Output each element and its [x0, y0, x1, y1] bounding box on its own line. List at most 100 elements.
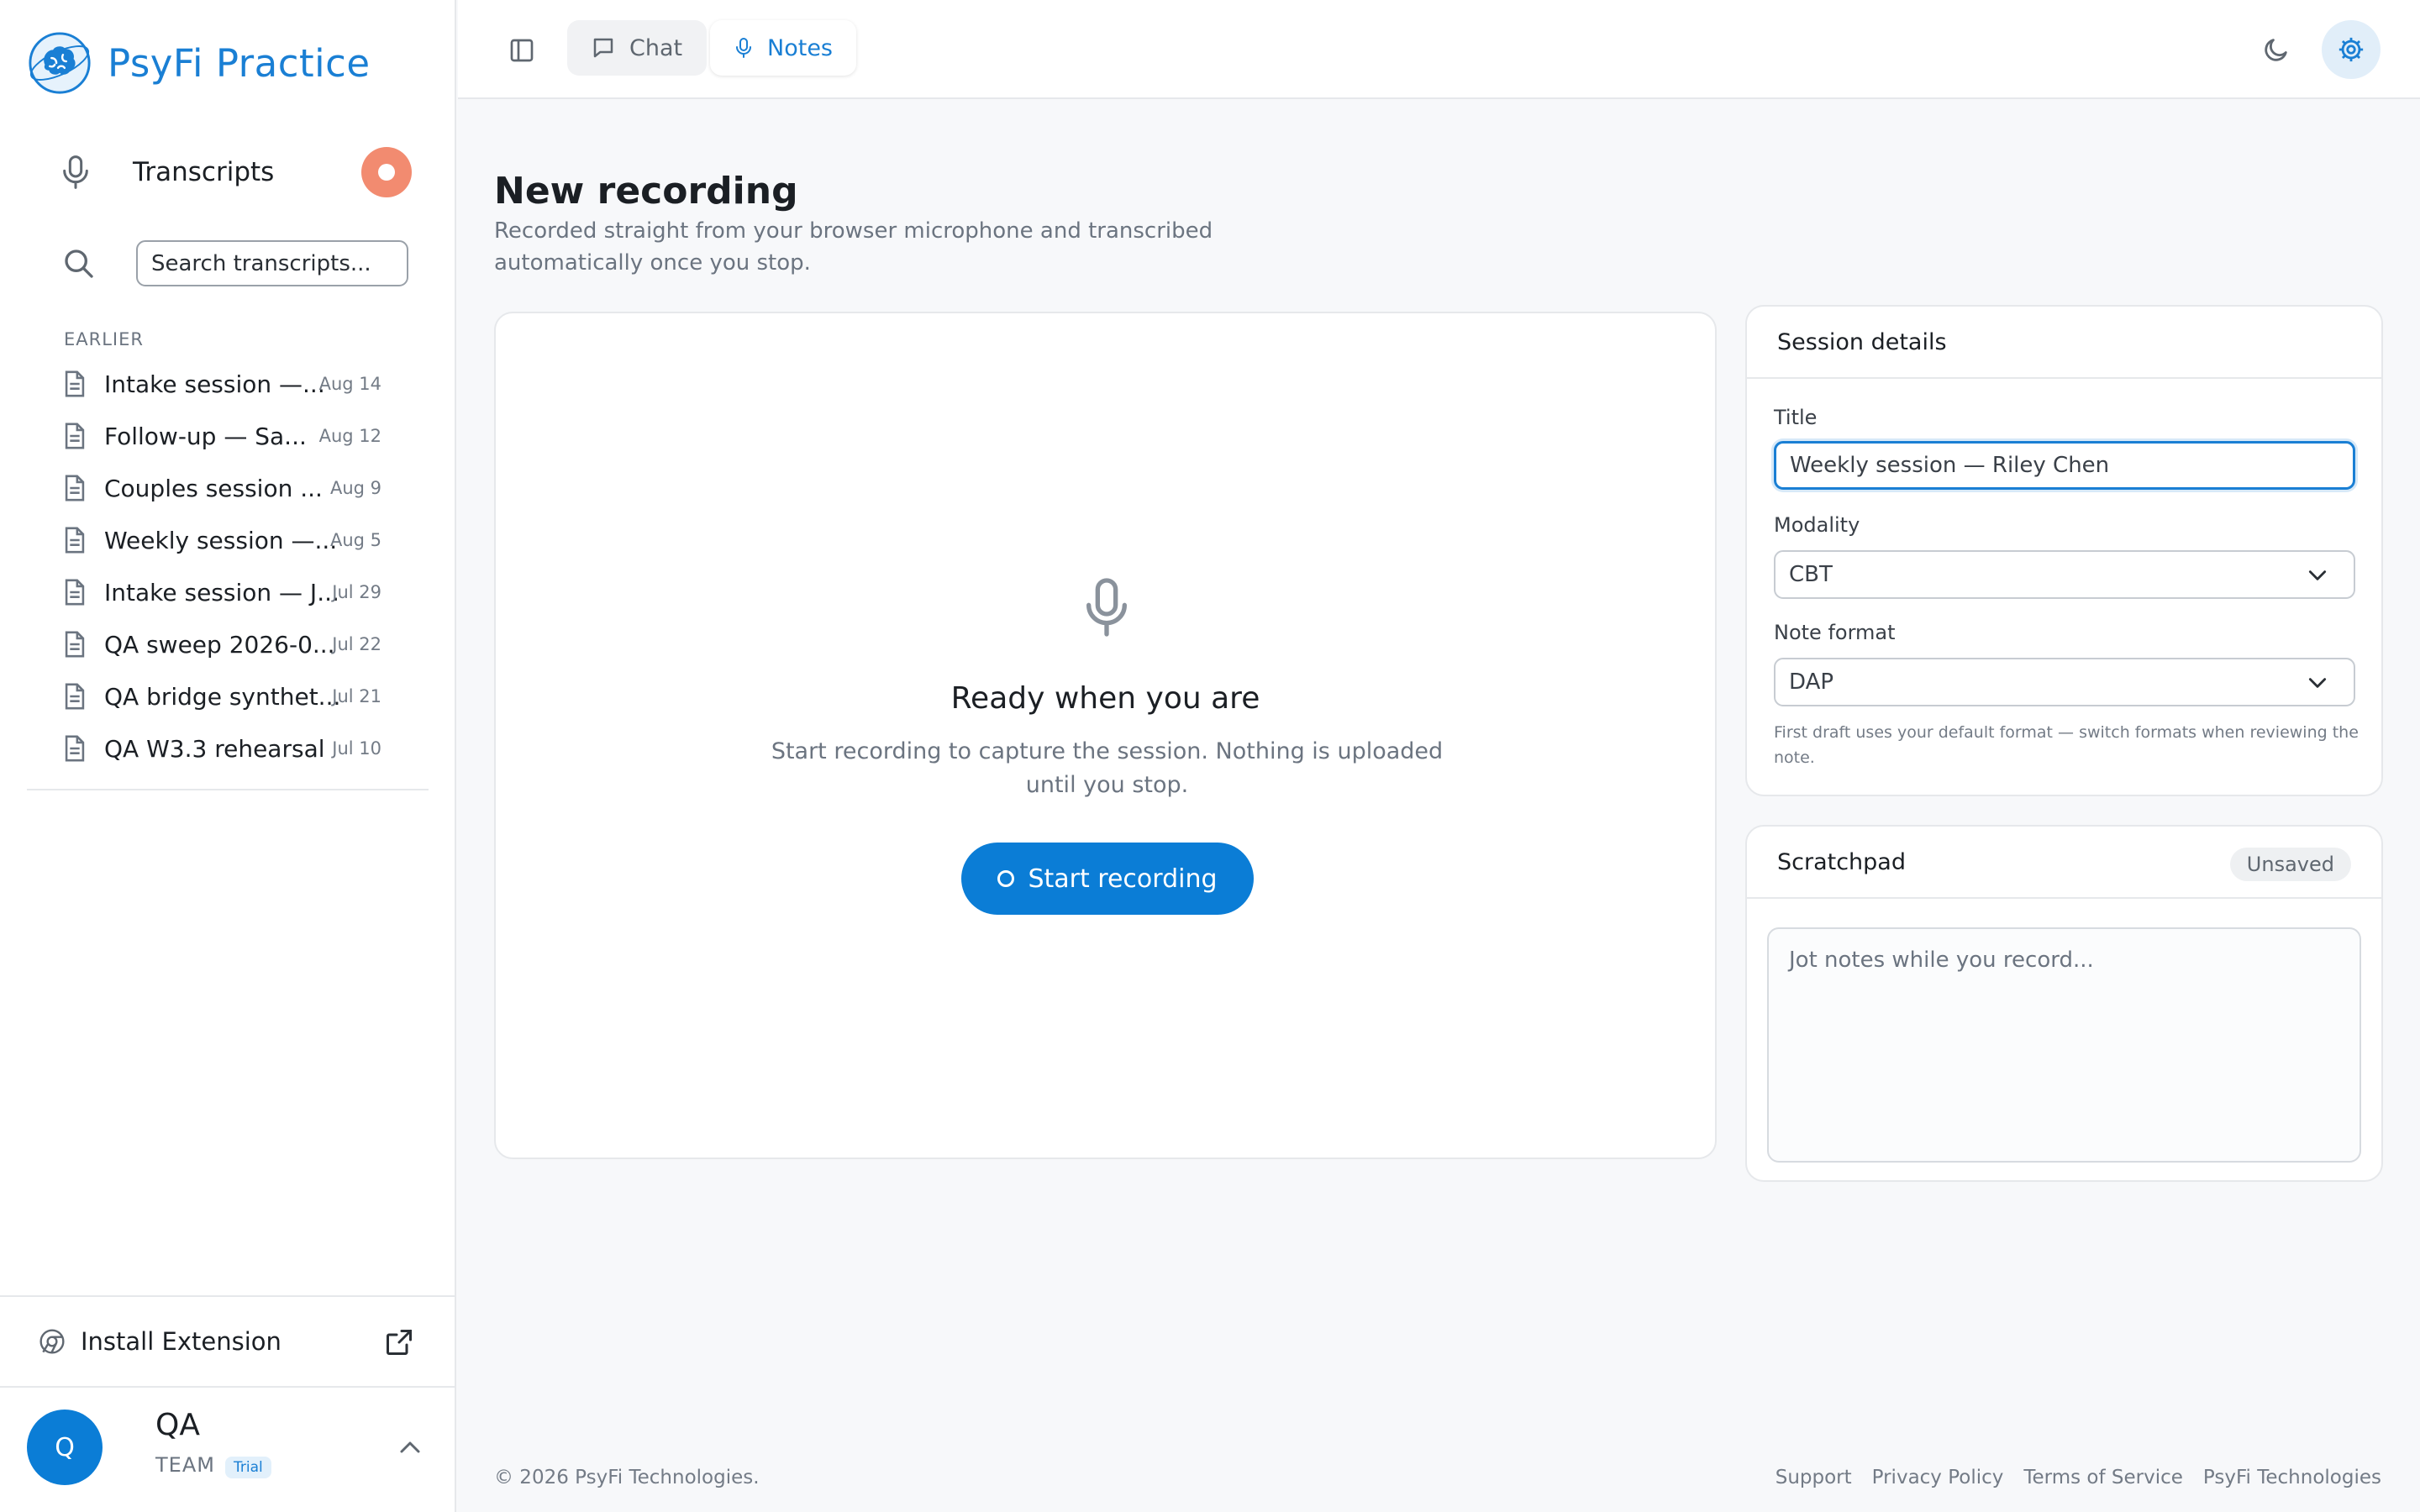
document-icon	[65, 527, 85, 554]
transcript-date: Jul 21	[332, 686, 381, 706]
transcript-date: Aug 12	[318, 426, 381, 446]
transcript-title: Intake session —...	[104, 370, 325, 398]
record-dot-icon	[378, 164, 395, 181]
transcript-item[interactable]: Weekly session —... Aug 5	[62, 514, 398, 566]
transcript-date: Aug 5	[329, 530, 381, 550]
transcripts-label: Transcripts	[133, 157, 275, 187]
scratchpad-textarea[interactable]	[1767, 927, 2361, 1163]
transcript-item[interactable]: Intake session —... Aug 14	[62, 358, 398, 410]
modality-value: CBT	[1789, 562, 1833, 587]
record-circle-icon	[997, 870, 1015, 887]
start-recording-button[interactable]: Start recording	[961, 843, 1254, 915]
transcript-list: Intake session —... Aug 14 Follow-up — S…	[62, 358, 398, 774]
document-icon	[65, 423, 85, 449]
user-menu[interactable]: Q QA TEAM Trial	[0, 1389, 455, 1512]
search-icon	[65, 249, 93, 278]
quick-record-button[interactable]	[361, 147, 412, 197]
chevron-down-icon	[2308, 570, 2327, 580]
chevron-down-icon	[2308, 678, 2327, 688]
note-format-select[interactable]: DAP	[1774, 658, 2355, 706]
document-icon	[65, 370, 85, 397]
transcript-title: Intake session — J...	[104, 578, 339, 606]
footer-link-support[interactable]: Support	[1776, 1467, 1852, 1488]
transcript-title: QA bridge synthet...	[104, 682, 341, 711]
transcript-date: Jul 22	[332, 634, 381, 654]
moon-icon[interactable]	[2262, 35, 2291, 64]
trial-badge: Trial	[225, 1457, 271, 1478]
sidebar-toggle-icon[interactable]	[508, 37, 535, 64]
transcript-item[interactable]: QA bridge synthet... Jul 21	[62, 670, 398, 722]
microphone-icon	[736, 37, 752, 59]
unsaved-badge: Unsaved	[2229, 848, 2351, 881]
transcript-date: Aug 14	[318, 374, 381, 394]
top-bar: Chat Notes	[458, 0, 2420, 99]
title-label: Title	[1774, 406, 1818, 429]
transcripts-header[interactable]: Transcripts	[59, 144, 412, 200]
brand[interactable]: PsyFi Practice	[27, 30, 371, 96]
transcript-date: Jul 29	[332, 582, 381, 602]
chat-icon	[593, 38, 613, 58]
note-format-hint: First draft uses your default format — s…	[1774, 723, 2359, 767]
footer-link-terms[interactable]: Terms of Service	[2023, 1467, 2183, 1488]
recorder-card: Ready when you are Start recording to ca…	[494, 312, 1717, 1159]
tab-chat[interactable]: Chat	[567, 20, 707, 76]
page-title: New recording	[494, 170, 798, 213]
recorder-title: Ready when you are	[950, 681, 1260, 716]
sidebar-divider	[27, 789, 429, 790]
tab-chat-label: Chat	[629, 34, 683, 61]
note-format-value: DAP	[1789, 669, 1834, 695]
footer-link-privacy[interactable]: Privacy Policy	[1872, 1467, 2004, 1488]
modality-label: Modality	[1774, 513, 1860, 537]
recorder-subtitle: Start recording to capture the session. …	[771, 738, 1444, 798]
modality-select[interactable]: CBT	[1774, 550, 2355, 599]
tab-notes[interactable]: Notes	[710, 20, 856, 76]
install-extension-label: Install Extension	[81, 1327, 281, 1356]
microphone-icon	[63, 155, 88, 189]
transcript-title: QA sweep 2026-0...	[104, 630, 335, 659]
footer-link-company[interactable]: PsyFi Technologies	[2203, 1467, 2381, 1488]
footer-copyright: © 2026 PsyFi Technologies.	[494, 1467, 760, 1488]
user-name: QA	[155, 1408, 200, 1442]
settings-button[interactable]	[2322, 20, 2381, 79]
sidebar: PsyFi Practice Transcripts EARLIER Intak…	[0, 0, 456, 1512]
search-transcripts-input[interactable]	[136, 240, 408, 286]
document-icon	[65, 475, 85, 501]
start-recording-label: Start recording	[1028, 864, 1218, 894]
transcript-title: Weekly session —...	[104, 526, 338, 554]
brain-logo-icon	[29, 32, 91, 94]
scratchpad-card: Scratchpad Unsaved	[1745, 825, 2383, 1182]
transcript-date: Aug 9	[329, 478, 381, 498]
transcript-title: QA W3.3 rehearsal	[104, 734, 325, 763]
document-icon	[65, 683, 85, 710]
document-icon	[65, 735, 85, 762]
transcript-item[interactable]: Intake session — J... Jul 29	[62, 566, 398, 618]
note-format-label: Note format	[1774, 621, 1896, 644]
brand-name: PsyFi Practice	[108, 40, 371, 86]
install-extension-link[interactable]: Install Extension	[0, 1295, 455, 1388]
transcript-item[interactable]: Follow-up — Sa... Aug 12	[62, 410, 398, 462]
section-label-earlier: EARLIER	[64, 329, 144, 349]
tab-notes-label: Notes	[767, 34, 833, 61]
document-icon	[65, 579, 85, 606]
chrome-icon	[39, 1329, 65, 1354]
avatar: Q	[27, 1410, 103, 1485]
user-team: TEAM	[155, 1453, 215, 1477]
transcript-item[interactable]: Couples session ... Aug 9	[62, 462, 398, 514]
transcript-title: Follow-up — Sa...	[104, 422, 307, 450]
title-value: Weekly session — Riley Chen	[1790, 453, 2110, 478]
transcript-title: Couples session ...	[104, 474, 323, 502]
chevron-up-icon	[400, 1441, 420, 1453]
session-details-card: Session details Title Weekly session — R…	[1745, 305, 2383, 796]
document-icon	[65, 631, 85, 658]
external-link-icon	[387, 1330, 412, 1355]
search-row	[62, 240, 408, 286]
title-input[interactable]: Weekly session — Riley Chen	[1774, 441, 2355, 490]
session-details-heading: Session details	[1747, 307, 2381, 379]
transcript-item[interactable]: QA W3.3 rehearsal Jul 10	[62, 722, 398, 774]
footer-links: Support Privacy Policy Terms of Service …	[1776, 1467, 2381, 1488]
microphone-icon	[1086, 578, 1127, 637]
page-subtitle: Recorded straight from your browser micr…	[494, 218, 1213, 276]
gear-icon	[2338, 37, 2364, 62]
transcript-date: Jul 10	[332, 738, 381, 759]
transcript-item[interactable]: QA sweep 2026-0... Jul 22	[62, 618, 398, 670]
